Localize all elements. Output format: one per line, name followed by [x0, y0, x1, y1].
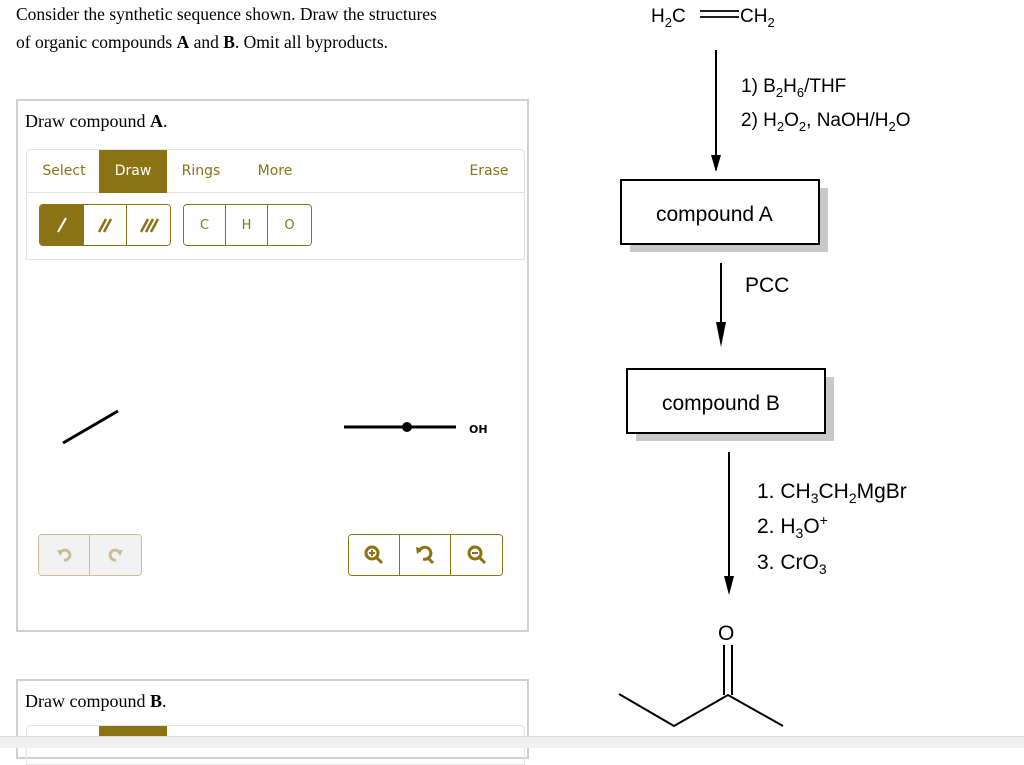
history-button-group: [38, 534, 142, 576]
step1-reagents: 1) B2H6/THF 2) H2O2, NaOH/H2O: [741, 76, 911, 134]
draw-tool-row: C H O: [26, 192, 525, 260]
single-bond-icon: [56, 217, 67, 233]
step2-reagent: PCC: [745, 274, 789, 297]
triple-bond-icon: [139, 218, 159, 233]
compound-b-label: compound B: [662, 392, 780, 415]
redo-button[interactable]: [90, 535, 141, 575]
oh-label: OH: [469, 423, 488, 436]
panel-a-title: Draw compound A.: [25, 111, 168, 131]
tab-draw[interactable]: Draw: [99, 150, 167, 193]
svg-text:CH2: CH2: [740, 6, 775, 30]
svg-text:1) B2H6/THF: 1) B2H6/THF: [741, 76, 846, 100]
svg-text:2. H3O+: 2. H3O+: [757, 512, 828, 541]
reset-zoom-button[interactable]: [400, 535, 451, 575]
question-text: Consider the synthetic sequence shown. D…: [16, 0, 536, 56]
zoom-out-icon: [467, 545, 486, 565]
atom-h-button[interactable]: H: [226, 205, 268, 245]
svg-text:H2C: H2C: [651, 6, 686, 30]
arrow-1-head: [711, 155, 721, 172]
undo-icon: [57, 548, 72, 562]
zoom-in-button[interactable]: [349, 535, 400, 575]
arrow-3-head: [724, 576, 734, 595]
bottom-scrollbar-area[interactable]: [0, 736, 1024, 748]
drawing-canvas[interactable]: OH: [26, 261, 525, 521]
svg-text:3. CrO3: 3. CrO3: [757, 551, 827, 577]
double-bond-button[interactable]: [84, 205, 127, 245]
ethylene-structure: H2C CH2: [651, 6, 775, 30]
zoom-in-icon: [364, 545, 384, 565]
atom-c-button[interactable]: C: [184, 205, 226, 245]
drawn-atom-node: [402, 422, 412, 432]
undo-button[interactable]: [39, 535, 90, 575]
svg-text:2) H2O2, NaOH/H2O: 2) H2O2, NaOH/H2O: [741, 110, 911, 134]
draw-compound-a-panel: Draw compound A. Select Draw Rings More …: [16, 99, 529, 632]
redo-icon: [108, 548, 123, 562]
atom-o-button[interactable]: O: [268, 205, 311, 245]
carbonyl-oxygen-label: O: [718, 622, 734, 645]
reaction-scheme: H2C CH2 1) B2H6/THF 2) H2O2, NaOH/H2O co…: [618, 6, 911, 728]
tab-more[interactable]: More: [249, 150, 301, 193]
drawn-bond-fragment: [62, 409, 119, 445]
erase-button[interactable]: Erase: [459, 150, 519, 193]
panel-b-title: Draw compound B.: [25, 691, 167, 711]
zoom-button-group: [348, 534, 503, 576]
triple-bond-button[interactable]: [127, 205, 170, 245]
bond-button-group: [39, 204, 171, 246]
tab-select[interactable]: Select: [32, 150, 96, 193]
editor-tab-bar: Select Draw Rings More Erase: [26, 149, 525, 193]
compound-a-label: compound A: [656, 203, 773, 226]
svg-text:1. CH3CH2MgBr: 1. CH3CH2MgBr: [757, 480, 907, 506]
reset-zoom-icon: [416, 545, 435, 565]
zoom-out-button[interactable]: [451, 535, 502, 575]
question-line-2: of organic compounds A and B. Omit all b…: [16, 32, 389, 52]
canvas-drawing: OH: [62, 409, 488, 445]
single-bond-button[interactable]: [40, 205, 84, 245]
arrow-2-head: [716, 322, 726, 347]
question-line-1: Consider the synthetic sequence shown. D…: [16, 4, 437, 24]
tab-rings[interactable]: Rings: [175, 150, 227, 193]
product-butanone-structure: [618, 645, 784, 728]
double-bond-icon: [97, 218, 113, 233]
atom-button-group: C H O: [183, 204, 312, 246]
step3-reagents: 1. CH3CH2MgBr 2. H3O+ 3. CrO3: [757, 480, 907, 577]
